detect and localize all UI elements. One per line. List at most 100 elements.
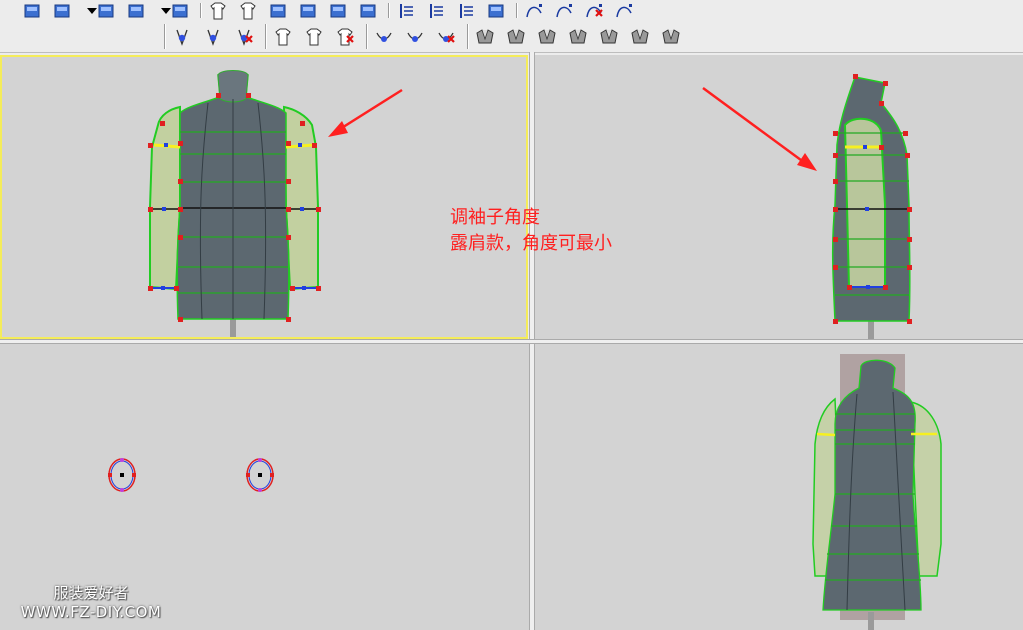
shirt-edit-icon [306,28,322,45]
neck-add-button[interactable] [372,26,396,48]
annotation-text: 调袖子角度 露肩款，角度可最小 [450,205,612,257]
neck-edit-button[interactable] [403,26,427,48]
align-bottom-button[interactable] [394,0,418,22]
palette-button[interactable] [124,0,148,22]
collar-style-5-icon [600,28,618,43]
collar-delete-icon [238,29,253,46]
toolbar-separator [467,24,469,49]
move-cross-button[interactable] [266,0,290,22]
cube-button[interactable] [50,0,74,22]
left-sleeve[interactable] [149,105,181,291]
align-top-icon [460,4,473,18]
viewport-side[interactable] [535,55,1023,339]
move-cross-icon [270,4,286,18]
stand-pole [868,321,874,339]
measure-ruler-button[interactable] [484,0,508,22]
cube-icon [54,4,70,18]
mannequin-button[interactable] [296,0,320,22]
toolbar-separator [200,3,202,18]
collar-edit-button[interactable] [201,26,225,48]
collar-style-1-button[interactable] [473,26,497,48]
flag-button[interactable] [168,0,192,22]
shirt-delete-button[interactable] [333,26,357,48]
align-middle-icon [430,4,443,18]
shirt-add-icon [275,28,291,45]
collar-style-6-button[interactable] [628,26,652,48]
curve-point-button[interactable] [522,0,546,22]
shirt-split-button[interactable] [236,0,260,22]
zoom-icon [360,4,376,18]
annotation-arrow-side [702,86,817,171]
collar-style-4-button[interactable] [566,26,590,48]
annotation-line-2: 露肩款，角度可最小 [450,233,612,254]
align-bottom-icon [400,4,413,18]
neck-delete-button[interactable] [434,26,458,48]
curve-delete-button[interactable] [582,0,606,22]
toolbar-bottom [0,21,1023,53]
shirt-split-icon [240,2,256,20]
sleeve-side[interactable] [843,117,886,288]
collar-style-2-icon [507,28,525,43]
window-icon [98,4,114,18]
viewport-perspective[interactable] [535,344,1023,630]
mannequin-icon [300,4,316,18]
home-fold-button[interactable] [326,0,350,22]
curve-node-icon [616,4,632,18]
collar-delete-button[interactable] [232,26,256,48]
undo-button[interactable] [20,0,44,22]
watermark: 服装爱好者 WWW.FZ-DIY.COM [6,582,176,621]
side-view-canvas[interactable] [535,55,1023,339]
shirt-edit-button[interactable] [302,26,326,48]
toolbar-separator [516,3,518,18]
toolbar-separator [265,24,267,49]
window-button[interactable] [94,0,118,22]
mannequin-body-persp[interactable] [822,359,922,611]
collar-style-5-button[interactable] [597,26,621,48]
collar-style-3-button[interactable] [535,26,559,48]
flag-icon [172,4,188,18]
neck-add-icon [376,32,392,42]
viewport-front[interactable] [0,55,528,339]
toolbar-top [0,0,1023,21]
annotation-line-1: 调袖子角度 [450,207,540,228]
align-top-button[interactable] [454,0,478,22]
collar-style-7-button[interactable] [659,26,683,48]
curve-edit-icon [556,4,572,18]
front-view-canvas[interactable] [2,57,526,337]
neck-delete-icon [438,32,455,43]
toolbar-separator [164,24,166,49]
watermark-line-2: WWW.FZ-DIY.COM [20,603,162,621]
collar-style-7-icon [662,28,680,43]
curve-delete-icon [586,4,603,18]
annotation-arrow-front [328,88,403,137]
collar-style-6-icon [631,28,649,43]
collar-style-1-icon [476,28,494,43]
collar-style-2-button[interactable] [504,26,528,48]
viewport-divider-horizontal[interactable] [0,339,1023,344]
curve-point-icon [526,4,542,18]
collar-add-button[interactable] [170,26,194,48]
collar-edit-icon [207,29,219,46]
shirt-add-button[interactable] [271,26,295,48]
mannequin-neck [217,70,249,103]
measure-ruler-icon [488,4,504,18]
collar-style-4-icon [569,28,587,43]
shirt-up-icon [210,2,226,20]
watermark-line-1: 服装爱好者 [53,584,129,602]
curve-node-button[interactable] [612,0,636,22]
perspective-view-canvas[interactable] [535,344,1023,630]
palette-icon [128,4,144,18]
collar-style-3-icon [538,28,556,43]
toolbar-separator [366,24,368,49]
left-sleeve-top-section[interactable] [108,458,136,492]
curve-edit-button[interactable] [552,0,576,22]
align-middle-button[interactable] [424,0,448,22]
home-fold-icon [330,4,346,18]
neck-edit-icon [407,32,423,42]
right-sleeve-top-section[interactable] [246,458,274,492]
shirt-up-button[interactable] [206,0,230,22]
zoom-button[interactable] [356,0,380,22]
undo-icon [24,4,40,18]
collar-add-icon [176,29,188,46]
toolbar-separator [388,3,390,18]
